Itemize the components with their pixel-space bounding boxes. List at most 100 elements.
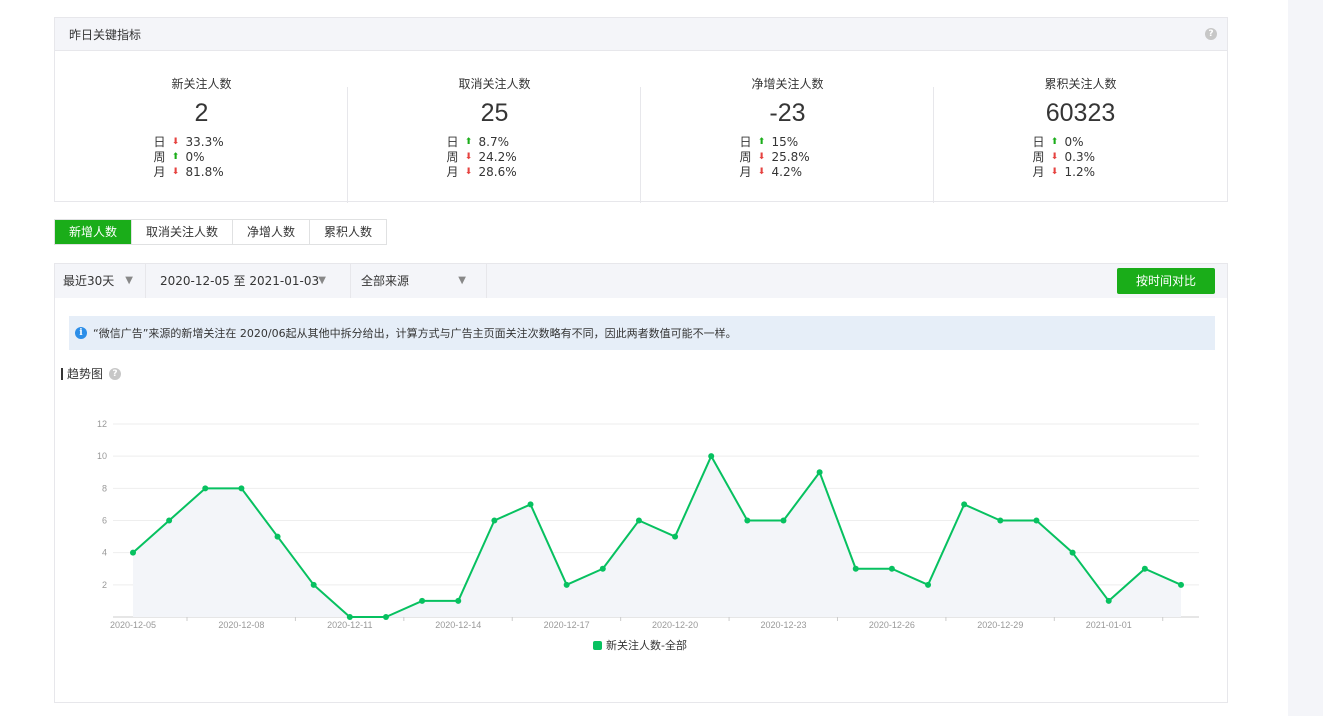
period-label: 月 <box>446 165 459 179</box>
metric-change-row: 日 ⬆ 8.7% <box>447 135 517 150</box>
change-percent: 0% <box>185 150 205 164</box>
period-label: 周 <box>153 150 166 164</box>
x-tick-label: 2020-12-14 <box>435 620 481 630</box>
metric-label: 净增关注人数 <box>751 77 824 91</box>
y-tick-label: 2 <box>102 580 107 590</box>
x-tick-label: 2020-12-08 <box>218 620 264 630</box>
key-metrics-title: 昨日关键指标 <box>69 27 142 42</box>
x-tick-label: 2020-12-11 <box>327 620 372 630</box>
data-point <box>672 533 679 540</box>
period-label: 日 <box>739 135 752 149</box>
metric-change-row: 周 ⬇ 24.2% <box>447 150 517 165</box>
y-tick-label: 10 <box>97 451 107 461</box>
metric-card: 新关注人数 2 日 ⬇ 33.3% 周 ⬆ 0% 月 ⬇ 81.8% <box>55 51 348 203</box>
metric-change-row: 月 ⬇ 4.2% <box>740 165 810 180</box>
data-point <box>419 597 426 604</box>
tab-1[interactable]: 取消关注人数 <box>132 220 234 244</box>
info-icon: i <box>75 327 87 339</box>
change-percent: 1.2% <box>1064 165 1096 179</box>
metric-change-row: 月 ⬇ 81.8% <box>154 165 224 180</box>
x-tick-label: 2020-12-20 <box>652 620 698 630</box>
arrow-up-icon: ⬆ <box>171 152 180 162</box>
metric-label: 累积关注人数 <box>1044 77 1117 91</box>
data-point <box>382 614 389 620</box>
arrow-up-icon: ⬆ <box>757 137 766 147</box>
change-percent: 0.3% <box>1064 150 1096 164</box>
period-label: 周 <box>446 150 459 164</box>
caret-down-icon: ▼ <box>125 275 133 286</box>
change-percent: 15% <box>771 135 799 149</box>
change-percent: 33.3% <box>185 135 224 149</box>
date-range-value: 2020-12-05 至 2021-01-03 <box>160 274 320 288</box>
y-tick-label: 4 <box>102 548 107 558</box>
period-label: 月 <box>153 165 166 179</box>
arrow-down-icon: ⬇ <box>464 152 473 162</box>
key-metrics-header: 昨日关键指标 ? <box>55 18 1227 51</box>
filter-bar: 最近30天 ▼ 2020-12-05 至 2021-01-03 ▼ 全部来源 ▼… <box>55 264 1227 298</box>
change-percent: 0% <box>1064 135 1084 149</box>
tab-3[interactable]: 累积人数 <box>310 220 387 244</box>
x-tick-label: 2020-12-05 <box>110 620 156 630</box>
period-select-value: 最近30天 <box>63 274 115 288</box>
key-metrics-body: 新关注人数 2 日 ⬇ 33.3% 周 ⬆ 0% 月 ⬇ 81.8% 取消关注人数 2… <box>55 51 1227 203</box>
metric-card: 净增关注人数 -23 日 ⬆ 15% 周 ⬇ 25.8% 月 ⬇ 4.2% <box>641 51 934 203</box>
change-percent: 4.2% <box>771 165 803 179</box>
metric-change-row: 日 ⬆ 15% <box>740 135 810 150</box>
period-label: 周 <box>739 150 752 164</box>
title-marker <box>61 367 63 380</box>
data-point <box>852 565 859 572</box>
metric-card: 取消关注人数 25 日 ⬆ 8.7% 周 ⬇ 24.2% 月 ⬇ 28.6% <box>348 51 641 203</box>
series-area <box>133 456 1181 617</box>
metric-change-row: 周 ⬆ 0% <box>154 150 224 165</box>
data-point <box>238 485 245 492</box>
arrow-down-icon: ⬇ <box>757 167 766 177</box>
metric-change-row: 月 ⬇ 28.6% <box>447 165 517 180</box>
data-point <box>961 501 968 508</box>
data-point <box>599 565 606 572</box>
data-point <box>1069 549 1076 556</box>
metric-value: -23 <box>769 99 806 127</box>
metric-label: 取消关注人数 <box>458 77 531 91</box>
arrow-up-icon: ⬆ <box>1050 137 1059 147</box>
period-label: 周 <box>1032 150 1045 164</box>
metric-tabs: 新增人数 取消关注人数 净增人数 累积人数 <box>54 219 388 245</box>
source-select[interactable]: 全部来源 ▼ <box>351 264 487 298</box>
arrow-down-icon: ⬇ <box>171 137 180 147</box>
question-icon[interactable]: ? <box>109 367 122 380</box>
x-tick-label: 2020-12-26 <box>869 620 915 630</box>
x-tick-label: 2020-12-23 <box>760 620 806 630</box>
trend-title: 趋势图 ? <box>61 365 122 382</box>
key-metrics-card: 昨日关键指标 ? 新关注人数 2 日 ⬇ 33.3% 周 ⬆ 0% 月 ⬇ 81.8… <box>54 17 1228 203</box>
y-tick-label: 6 <box>102 516 107 526</box>
x-tick-label: 2021-01-01 <box>1086 620 1132 630</box>
data-point <box>1141 565 1148 572</box>
compare-by-time-button[interactable]: 按时间对比 <box>1116 268 1215 294</box>
tab-0[interactable]: 新增人数 <box>55 220 133 244</box>
period-label: 日 <box>1032 135 1045 149</box>
data-point <box>888 565 895 572</box>
tab-2[interactable]: 净增人数 <box>233 220 311 244</box>
date-range-select[interactable]: 2020-12-05 至 2021-01-03 ▼ <box>146 264 351 298</box>
period-label: 日 <box>446 135 459 149</box>
arrow-down-icon: ⬇ <box>757 152 766 162</box>
trend-panel: 最近30天 ▼ 2020-12-05 至 2021-01-03 ▼ 全部来源 ▼… <box>54 263 1228 703</box>
metric-changes: 日 ⬆ 8.7% 周 ⬇ 24.2% 月 ⬇ 28.6% <box>447 135 517 180</box>
arrow-up-icon: ⬆ <box>464 137 473 147</box>
data-point <box>1105 597 1112 604</box>
data-point <box>202 485 209 492</box>
data-point <box>1178 581 1184 588</box>
x-tick-label: 2020-12-17 <box>544 620 590 630</box>
metric-value: 2 <box>194 99 209 127</box>
arrow-down-icon: ⬇ <box>171 167 180 177</box>
period-label: 月 <box>739 165 752 179</box>
metric-value: 60323 <box>1045 99 1116 127</box>
change-percent: 28.6% <box>478 165 517 179</box>
question-icon[interactable]: ? <box>1205 28 1217 40</box>
arrow-down-icon: ⬇ <box>464 167 473 177</box>
data-point <box>708 453 715 460</box>
y-tick-label: 12 <box>97 419 107 429</box>
period-select[interactable]: 最近30天 ▼ <box>55 264 146 298</box>
data-point <box>780 517 787 524</box>
arrow-down-icon: ⬇ <box>1050 167 1059 177</box>
y-tick-label: 8 <box>102 483 107 493</box>
